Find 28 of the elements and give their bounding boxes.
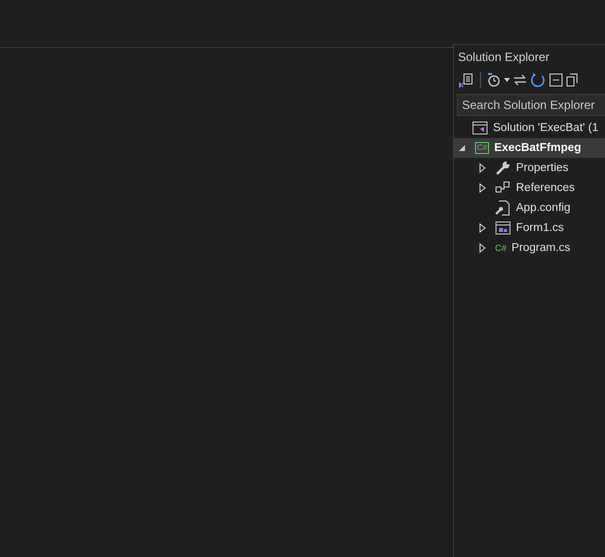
caret-icon[interactable] — [504, 78, 510, 82]
solution-icon — [472, 121, 488, 135]
panel-title: Solution Explorer — [457, 49, 550, 66]
copy-icon[interactable] — [566, 73, 578, 87]
form-icon — [495, 221, 511, 235]
csharp-project-icon: C# — [475, 142, 490, 154]
clock-icon[interactable] — [487, 72, 501, 88]
sync-icon[interactable] — [513, 74, 527, 86]
tree-item[interactable]: Solution 'ExecBat' (1 — [454, 118, 605, 138]
refresh-icon[interactable] — [530, 72, 546, 88]
tree-item[interactable]: App.config — [454, 198, 605, 218]
expanded-arrow-icon[interactable] — [457, 143, 467, 153]
wrench-icon — [495, 160, 511, 176]
csharp-file-icon: C# — [495, 243, 507, 253]
collapsed-arrow-icon[interactable] — [477, 163, 487, 173]
collapsed-arrow-icon[interactable] — [477, 183, 487, 193]
references-icon — [495, 181, 511, 195]
config-file-icon — [495, 200, 511, 216]
tree-item[interactable]: Form1.cs — [454, 218, 605, 238]
search-field[interactable]: Search Solution Explorer — [457, 94, 605, 116]
collapsed-arrow-icon[interactable] — [477, 223, 487, 233]
collapse-all-icon[interactable] — [549, 73, 563, 87]
tree-item[interactable]: C# Program.cs — [454, 238, 605, 258]
switch-views-icon[interactable] — [458, 72, 474, 88]
tree-item[interactable]: References — [454, 178, 605, 198]
tree-item[interactable]: C# ExecBatFfmpeg — [454, 138, 605, 158]
tree-item[interactable]: Properties — [454, 158, 605, 178]
collapsed-arrow-icon[interactable] — [477, 243, 487, 253]
